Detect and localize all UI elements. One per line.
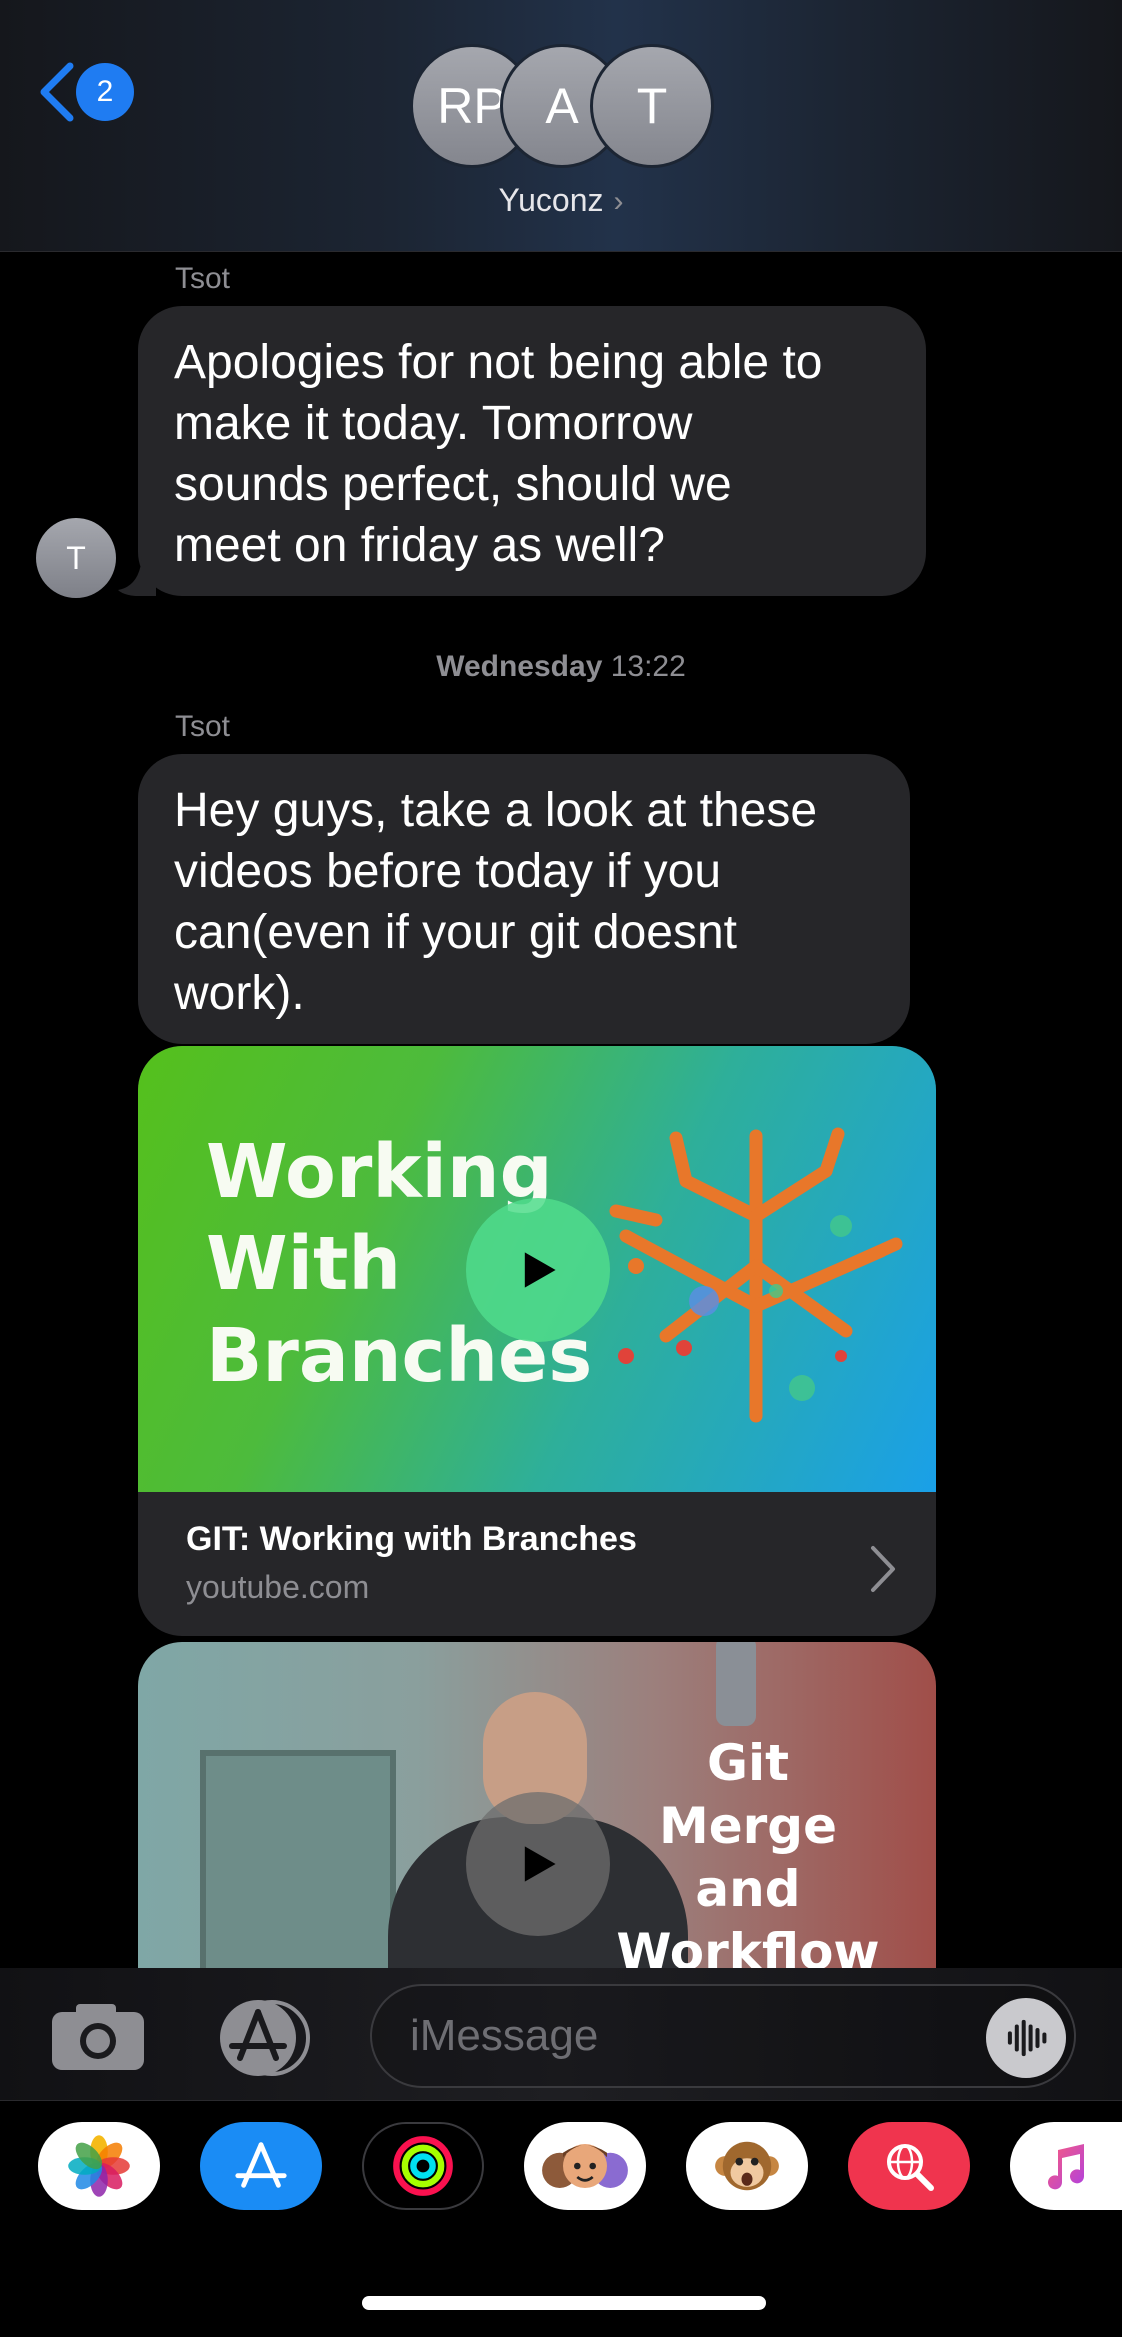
link-title: GIT: Working with Branches [186, 1520, 637, 1558]
group-name[interactable]: Yuconz › [0, 182, 1122, 219]
timestamp-time: 13:22 [610, 650, 686, 683]
sender-name: Tsot [175, 710, 231, 743]
animoji-icon[interactable] [686, 2122, 808, 2210]
music-icon[interactable] [1010, 2122, 1122, 2210]
chevron-right-icon: › [613, 185, 624, 218]
play-button[interactable] [466, 1198, 610, 1342]
message-line: videos before today if you [174, 845, 722, 898]
message-line: make it today. Tomorrow [174, 397, 693, 450]
message-line: Apologies for not being able to [174, 336, 823, 389]
group-name-label: Yuconz [498, 182, 604, 218]
chevron-left-icon [40, 62, 74, 122]
photos-icon-glyph [68, 2135, 130, 2197]
home-indicator[interactable] [362, 2296, 766, 2310]
thumbnail-title: Git Merge and Workflow [598, 1732, 898, 1972]
web-search-icon[interactable] [848, 2122, 970, 2210]
video-thumbnail[interactable]: Working With Branches [138, 1046, 936, 1492]
sender-name: Tsot [175, 262, 231, 295]
bubble-tail [118, 556, 156, 596]
thumbnail-title-line: Workflow [616, 1923, 880, 1972]
message-line: meet on friday as well? [174, 519, 665, 572]
group-avatars[interactable]: RP A T [410, 44, 714, 168]
link-meta: GIT: Working with Branches youtube.com [186, 1520, 637, 1606]
app-store-button[interactable] [210, 1998, 320, 2078]
app-store-icon[interactable] [200, 2122, 322, 2210]
message-line: can(even if your git doesnt [174, 906, 737, 959]
link-preview-card[interactable]: Git Merge and Workflow [138, 1642, 936, 1972]
thumbnail-door [200, 1750, 396, 1972]
app-store-icon-glyph [235, 2142, 287, 2188]
audio-message-button[interactable] [986, 1998, 1066, 2078]
message-input[interactable] [410, 1986, 930, 2086]
message-line: sounds perfect, should we [174, 458, 732, 511]
unread-count-badge: 2 [76, 63, 134, 121]
message-line: work). [174, 967, 305, 1020]
memoji-faces-icon [542, 2144, 628, 2188]
camera-button[interactable] [50, 2002, 146, 2072]
message-line: Hey guys, take a look at these [174, 784, 818, 837]
timestamp-day: Wednesday [436, 650, 603, 683]
music-note-icon [1048, 2144, 1085, 2190]
play-icon [524, 1252, 556, 1288]
thumbnail-title-line: Git [706, 1734, 790, 1792]
photos-icon[interactable] [38, 2122, 160, 2210]
monkey-face-icon [715, 2141, 779, 2191]
message-input-field[interactable] [370, 1984, 1076, 2088]
branch-tree-icon [609, 1127, 903, 1423]
back-button[interactable]: 2 [36, 60, 134, 124]
activity-icon[interactable] [362, 2122, 484, 2210]
play-button[interactable] [466, 1792, 610, 1936]
message-bubble[interactable]: Apologies for not being able to make it … [138, 306, 926, 596]
avatar: T [590, 44, 714, 168]
waveform-icon [1007, 2019, 1047, 2057]
timestamp: Wednesday 13:22 [0, 650, 1122, 684]
thumbnail-title-line: and [695, 1860, 801, 1918]
globe-search-icon [887, 2144, 934, 2191]
link-host: youtube.com [186, 1569, 370, 1605]
conversation-header: 2 RP A T Yuconz › [0, 0, 1122, 252]
sender-avatar[interactable]: T [36, 518, 116, 598]
thumbnail-title-line: Merge [658, 1797, 838, 1855]
memoji-icon[interactable] [524, 2122, 646, 2210]
link-preview-card[interactable]: Working With Branches GIT: Working with … [138, 1046, 936, 1636]
activity-rings-icon [393, 2136, 453, 2196]
play-icon [524, 1846, 556, 1882]
message-bubble[interactable]: Hey guys, take a look at these videos be… [138, 754, 910, 1044]
microphone-icon [716, 1642, 756, 1726]
chevron-right-icon [871, 1546, 895, 1592]
